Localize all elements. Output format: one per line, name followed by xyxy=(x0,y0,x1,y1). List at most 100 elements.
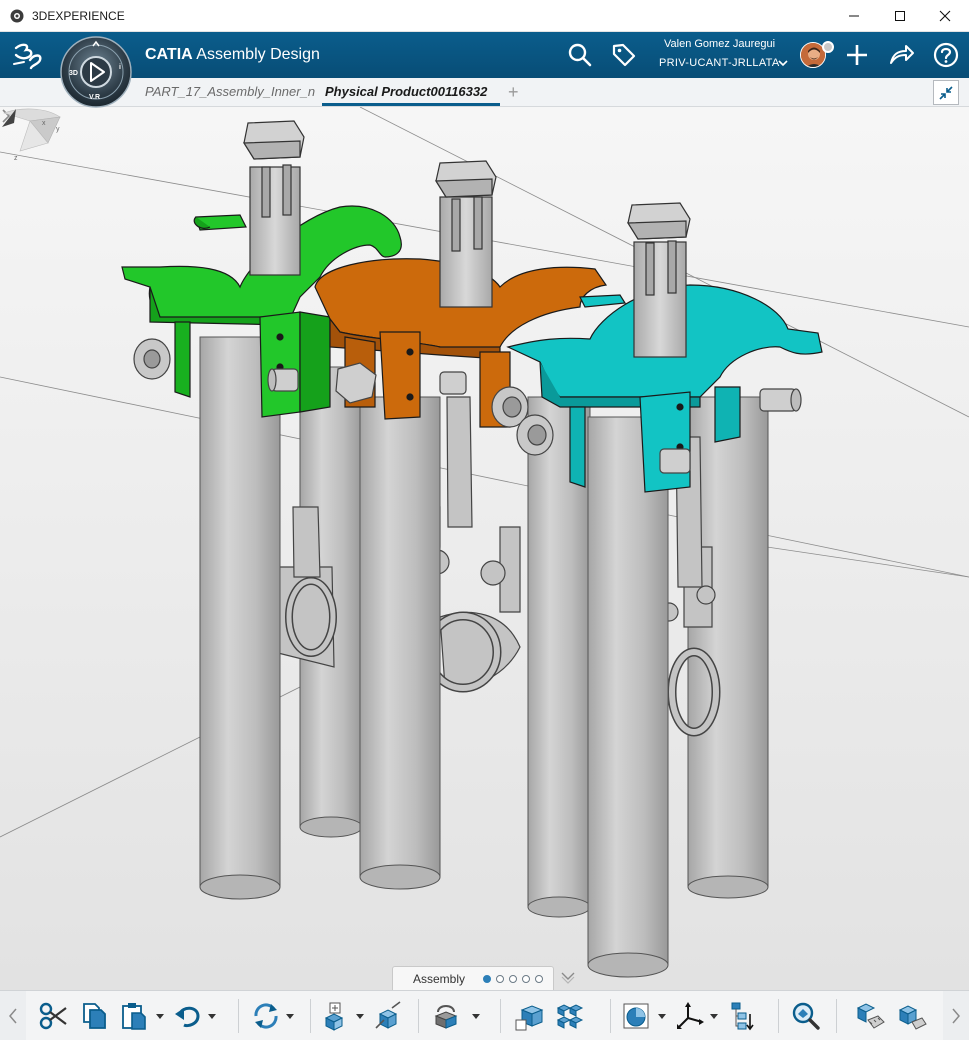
copy-button[interactable] xyxy=(76,998,112,1034)
assembly-structure-button[interactable] xyxy=(552,998,588,1034)
assembly-structure-icon xyxy=(556,1004,584,1029)
clash-analysis-icon xyxy=(623,1003,649,1029)
add-icon[interactable] xyxy=(843,41,871,69)
undo-button[interactable] xyxy=(170,998,206,1034)
caret-down-icon[interactable] xyxy=(156,1012,164,1020)
share-icon[interactable] xyxy=(887,41,915,69)
app-title: CATIA Assembly Design xyxy=(145,46,320,64)
caret-down-icon[interactable] xyxy=(356,1012,364,1020)
section-page-dot-5[interactable] xyxy=(535,975,543,983)
axis-z-label: z xyxy=(14,155,18,162)
tab-physical-product[interactable]: Physical Product00116332 xyxy=(325,84,497,99)
compass-3d-label: 3D xyxy=(69,70,78,77)
clash-analysis-button[interactable] xyxy=(618,998,654,1034)
fix-component-button[interactable] xyxy=(512,998,548,1034)
paste-button[interactable] xyxy=(116,998,152,1034)
active-tab-indicator xyxy=(322,103,500,106)
refresh-icon xyxy=(254,1003,278,1029)
measure-between-icon xyxy=(898,1005,927,1030)
compass-vr-label: V.R xyxy=(89,94,100,101)
toolbar-separator xyxy=(238,999,239,1033)
scissors-icon xyxy=(39,1002,67,1030)
tab-part-17-assembly[interactable]: PART_17_Assembly_Inner_n xyxy=(145,84,315,99)
maximize-icon xyxy=(895,11,905,21)
constraint-icon xyxy=(434,1005,458,1029)
caret-down-icon[interactable] xyxy=(710,1012,718,1020)
help-icon[interactable] xyxy=(932,41,960,69)
paste-icon xyxy=(122,1003,146,1030)
toolbar-separator xyxy=(310,999,311,1033)
presence-status-icon xyxy=(822,41,834,53)
bolt-left xyxy=(242,120,305,276)
compass-widget[interactable]: 3D i V.R xyxy=(60,36,132,108)
section-page-dot-2[interactable] xyxy=(496,975,504,983)
chevron-left-icon xyxy=(9,1008,17,1024)
exit-fullscreen-button[interactable] xyxy=(933,80,959,105)
create-constraint-button[interactable] xyxy=(430,998,466,1034)
minimize-icon xyxy=(849,15,859,17)
3d-viewport[interactable]: y x z xyxy=(0,107,969,990)
3ds-logo-icon[interactable] xyxy=(12,40,46,70)
exploded-view-icon xyxy=(375,1001,401,1029)
insert-component-button[interactable] xyxy=(318,998,354,1034)
maximize-button[interactable] xyxy=(877,0,923,32)
rod-front-left xyxy=(199,336,281,900)
app-compass-icon xyxy=(10,9,24,23)
measure-between-button[interactable] xyxy=(894,998,930,1034)
section-page-dot-1[interactable] xyxy=(483,975,491,983)
search-icon[interactable] xyxy=(566,41,594,69)
minimize-button[interactable] xyxy=(831,0,877,32)
action-bar-scroll-left[interactable] xyxy=(0,991,26,1040)
fix-component-icon xyxy=(515,1005,544,1031)
close-icon xyxy=(939,10,951,22)
app-window: 3DEXPERIENCE CATIA Assembly Design Valen… xyxy=(0,0,969,1040)
section-page-dots xyxy=(483,975,543,983)
window-titlebar: 3DEXPERIENCE xyxy=(0,0,969,32)
close-button[interactable] xyxy=(922,0,968,32)
tree-reorder-icon xyxy=(731,1002,754,1031)
new-tab-button[interactable]: + xyxy=(508,82,519,103)
robot-axis-button[interactable] xyxy=(672,998,708,1034)
tree-reorder-button[interactable] xyxy=(724,998,760,1034)
tag-icon[interactable] xyxy=(610,41,638,69)
section-tab[interactable]: Assembly xyxy=(392,966,554,990)
exploded-view-button[interactable] xyxy=(370,998,406,1034)
caret-down-icon[interactable] xyxy=(208,1012,216,1020)
viewport-corner-icon[interactable] xyxy=(0,107,18,129)
user-organization[interactable]: PRIV-UCANT-JRLLATA xyxy=(659,57,780,69)
magnifier-icon xyxy=(792,1002,820,1030)
section-page-dot-4[interactable] xyxy=(522,975,530,983)
section-tab-label[interactable]: Assembly xyxy=(413,972,465,986)
insert-component-icon xyxy=(324,1002,344,1031)
toolbar-separator xyxy=(778,999,779,1033)
caret-down-icon[interactable] xyxy=(658,1012,666,1020)
toolbar-separator xyxy=(500,999,501,1033)
action-bar-scroll-right[interactable] xyxy=(943,991,969,1040)
magnify-button[interactable] xyxy=(788,998,824,1034)
update-button[interactable] xyxy=(248,998,284,1034)
copy-icon xyxy=(83,1003,106,1029)
window-title: 3DEXPERIENCE xyxy=(32,9,125,23)
toolbar-separator xyxy=(836,999,837,1033)
undo-icon xyxy=(175,1006,200,1028)
cut-button[interactable] xyxy=(36,998,72,1034)
top-bar: CATIA Assembly Design Valen Gomez Jaureg… xyxy=(0,32,969,78)
chevron-down-icon[interactable] xyxy=(560,970,576,984)
caret-down-icon[interactable] xyxy=(472,1012,480,1020)
assembly-model[interactable] xyxy=(0,107,969,990)
brand-name: CATIA xyxy=(145,46,193,63)
toolbar-separator xyxy=(610,999,611,1033)
action-bar xyxy=(0,990,969,1040)
section-page-dot-3[interactable] xyxy=(509,975,517,983)
toolbar-separator xyxy=(418,999,419,1033)
measure-item-icon xyxy=(856,1003,885,1029)
chevron-right-icon xyxy=(952,1008,960,1024)
chevron-down-icon[interactable] xyxy=(778,58,788,68)
compass-i-label: i xyxy=(119,64,121,71)
bolt-middle xyxy=(434,160,497,308)
measure-item-button[interactable] xyxy=(852,998,888,1034)
user-name[interactable]: Valen Gomez Jauregui xyxy=(664,38,775,50)
rod-front-right xyxy=(587,416,669,978)
axis-y-label: y xyxy=(56,126,60,133)
caret-down-icon[interactable] xyxy=(286,1012,294,1020)
